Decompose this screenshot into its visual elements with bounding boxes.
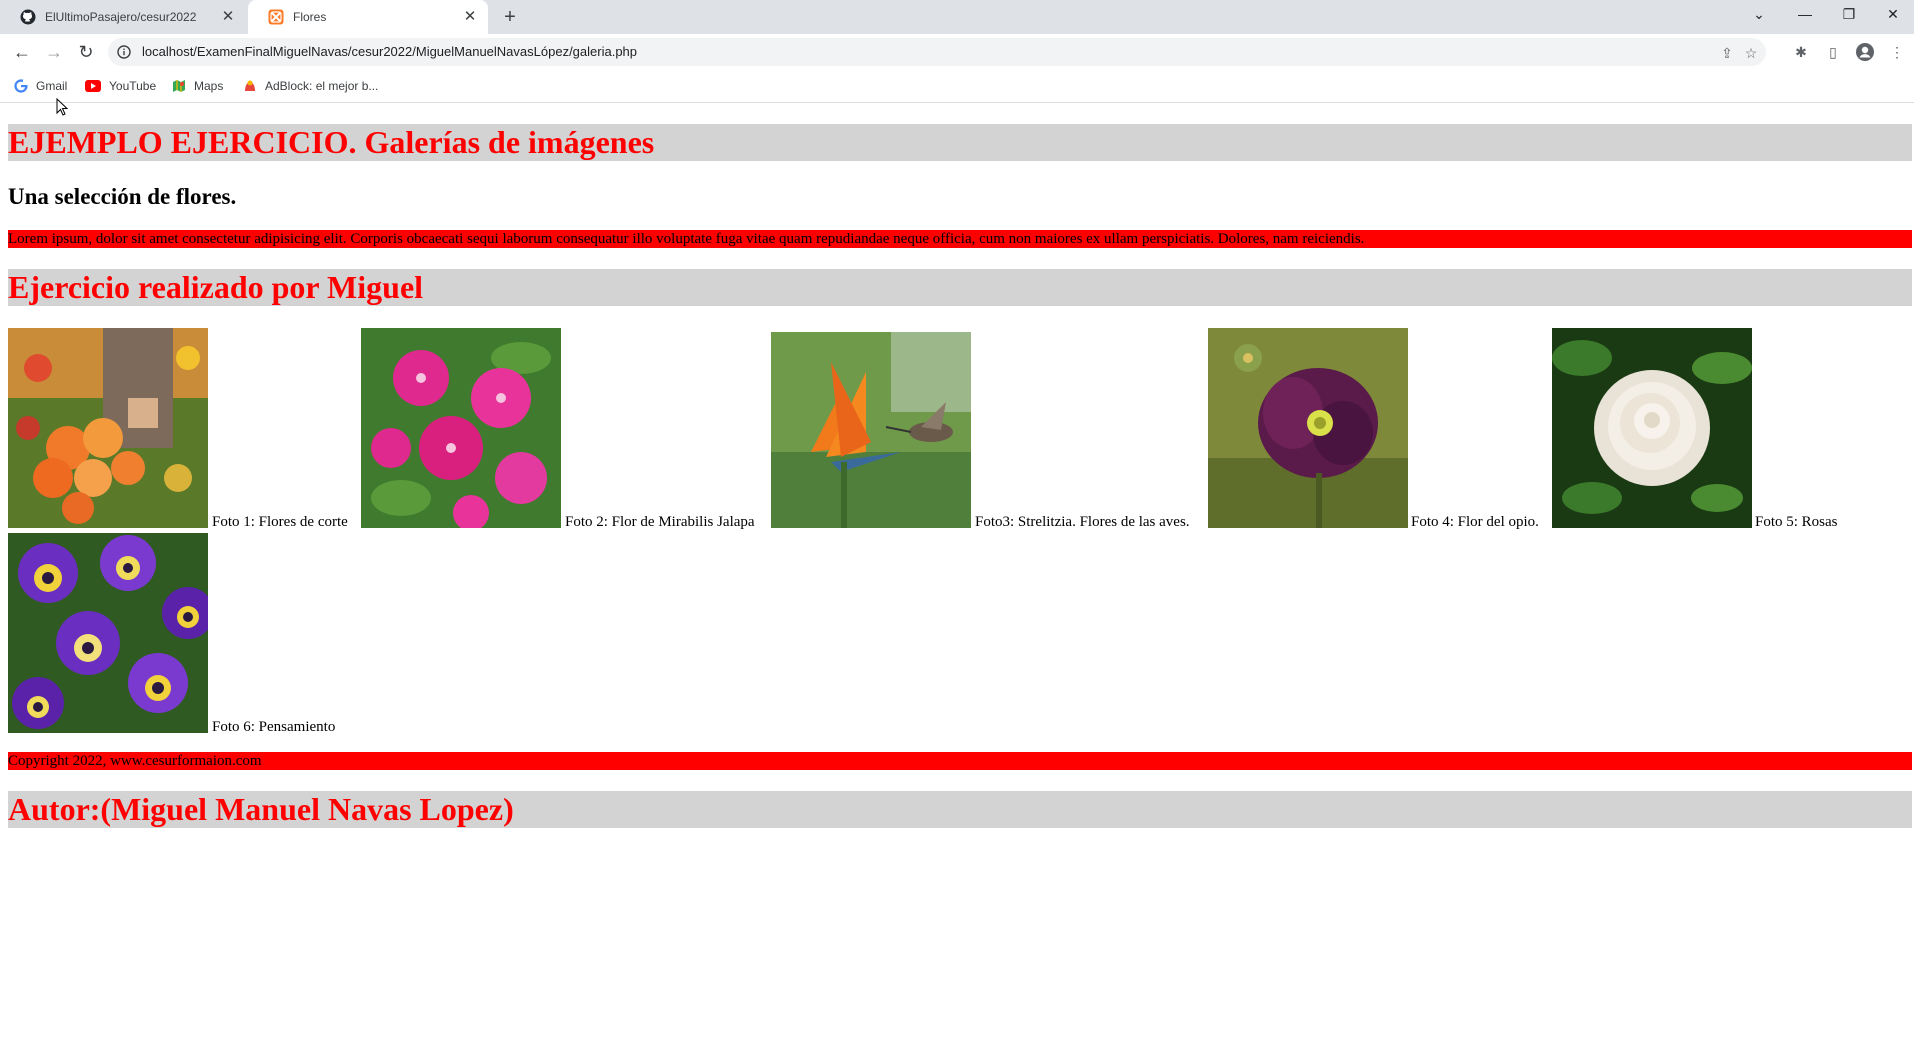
tab-flores[interactable]: Flores ✕ [248, 0, 488, 34]
bookmark-maps[interactable]: Maps [172, 77, 223, 95]
photo-caption: Foto 6: Pensamiento [212, 719, 336, 735]
bookmark-label: Gmail [36, 79, 68, 93]
copyright-footer: Copyright 2022, www.cesurformaion.com [8, 752, 1912, 770]
tab-strip: ElUltimoPasajero/cesur2022 ✕ Flores ✕ + … [0, 0, 1914, 34]
photo-caption: Foto 4: Flor del opio. [1411, 514, 1539, 530]
forward-icon[interactable]: → [42, 40, 66, 64]
menu-icon[interactable]: ⋮ [1886, 41, 1908, 63]
photo-opium-poppy [1208, 328, 1408, 528]
photo-pansies [8, 533, 214, 733]
photo-mirabilis-jalapa [361, 328, 561, 531]
photo-caption: Foto 2: Flor de Mirabilis Jalapa [565, 514, 755, 530]
xampp-icon [268, 9, 284, 25]
photo-caption: Foto3: Strelitzia. Flores de las aves. [975, 514, 1190, 530]
site-info-icon[interactable] [117, 45, 131, 59]
share-icon[interactable]: ⇪ [1718, 44, 1736, 62]
profile-icon[interactable] [1854, 41, 1876, 63]
footer-author-heading: Autor:(Miguel Manuel Navas Lopez) [8, 791, 1912, 828]
maps-icon [173, 80, 185, 92]
url-text: localhost/ExamenFinalMiguelNavas/cesur20… [142, 44, 638, 59]
bookmark-label: AdBlock: el mejor b... [265, 79, 379, 93]
close-tab-icon[interactable]: ✕ [220, 9, 236, 25]
photo-caption: Foto 1: Flores de corte [212, 514, 348, 530]
side-panel-icon[interactable]: ▯ [1822, 41, 1844, 63]
author-heading: Ejercicio realizado por Miguel [8, 269, 1912, 306]
photo-caption: Foto 5: Rosas [1755, 514, 1838, 530]
adblock-icon [245, 80, 255, 91]
restore-icon[interactable]: ❐ [1828, 0, 1870, 28]
photo-strelitzia [771, 332, 971, 528]
intro-paragraph: Lorem ipsum, dolor sit amet consectetur … [8, 230, 1912, 248]
minimize-icon[interactable]: — [1784, 0, 1826, 28]
tab-search-icon[interactable]: ⌄ [1738, 0, 1780, 28]
bookmark-label: Maps [194, 79, 224, 93]
bookmark-adblock[interactable]: AdBlock: el mejor b... [243, 77, 378, 95]
page-title: EJEMPLO EJERCICIO. Galerías de imágenes [8, 124, 1912, 161]
bookmark-gmail[interactable]: Gmail [14, 77, 67, 95]
photo-white-rose [1552, 328, 1752, 528]
page-subtitle: Una selección de flores. [8, 184, 237, 209]
address-bar[interactable]: localhost/ExamenFinalMiguelNavas/cesur20… [108, 38, 1766, 66]
bookmark-youtube[interactable]: YouTube [85, 77, 156, 95]
browser-toolbar: ← → ↻ localhost/ExamenFinalMiguelNavas/c… [0, 34, 1914, 70]
tab-github[interactable]: ElUltimoPasajero/cesur2022 ✕ [0, 0, 246, 34]
bookmark-star-icon[interactable]: ☆ [1742, 44, 1760, 62]
tab-title: Flores [293, 10, 327, 24]
photo-cut-flowers [8, 328, 208, 528]
github-icon [20, 9, 36, 25]
google-icon [14, 79, 28, 93]
close-window-icon[interactable]: ✕ [1872, 0, 1914, 28]
back-icon[interactable]: ← [10, 40, 34, 64]
mouse-cursor-icon [56, 98, 68, 116]
bookmark-label: YouTube [109, 79, 157, 93]
extensions-icon[interactable]: ✱ [1790, 41, 1812, 63]
new-tab-button[interactable]: + [500, 7, 520, 27]
reload-icon[interactable]: ↻ [74, 40, 98, 64]
youtube-icon [85, 80, 101, 92]
bookmarks-bar: Gmail YouTube Maps AdBlock: el mejor b..… [0, 70, 1914, 103]
close-tab-icon[interactable]: ✕ [462, 9, 478, 25]
tab-title: ElUltimoPasajero/cesur2022 [45, 10, 197, 24]
